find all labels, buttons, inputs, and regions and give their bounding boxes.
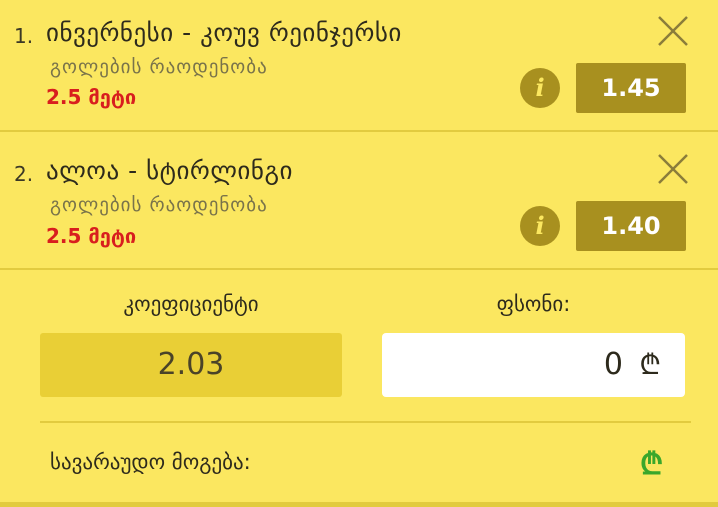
total-coefficient-value: 2.03 xyxy=(40,333,342,397)
market-name: გოლების რაოდენობა xyxy=(50,56,268,78)
lari-currency-icon: ₾ xyxy=(640,447,664,482)
bet-slip-item-1: 1. ინვერნესი - კოუვ რეინჯერსი გოლების რა… xyxy=(0,0,718,132)
bet-index: 2. xyxy=(14,162,34,186)
market-name: გოლების რაოდენობა xyxy=(50,194,268,216)
close-icon[interactable] xyxy=(656,14,690,48)
close-icon[interactable] xyxy=(656,152,690,186)
divider xyxy=(40,421,691,423)
odds-badge: 1.40 xyxy=(576,201,686,251)
stake-input[interactable]: 0 ₾ xyxy=(382,333,685,397)
stake-value: 0 xyxy=(603,347,623,382)
total-coefficient-label: კოეფიციენტი xyxy=(123,292,259,316)
bet-slip-item-2: 2. ალოა - სტირლინგი გოლების რაოდენობა 2.… xyxy=(0,132,718,270)
lari-currency-icon: ₾ xyxy=(639,348,661,381)
selected-outcome: 2.5 მეტი xyxy=(46,224,137,248)
potential-win-label: სავარაუდო მოგება: xyxy=(50,450,251,474)
info-icon[interactable]: i xyxy=(520,206,560,246)
info-icon[interactable]: i xyxy=(520,68,560,108)
bet-summary: კოეფიციენტი ფსონი: 2.03 0 ₾ სავარაუდო მო… xyxy=(0,270,718,507)
stake-label: ფსონი: xyxy=(496,292,571,316)
divider xyxy=(0,502,718,507)
match-name: ალოა - სტირლინგი xyxy=(46,156,293,185)
bet-index: 1. xyxy=(14,24,34,48)
selected-outcome: 2.5 მეტი xyxy=(46,85,137,109)
match-name: ინვერნესი - კოუვ რეინჯერსი xyxy=(46,18,402,47)
odds-badge: 1.45 xyxy=(576,63,686,113)
